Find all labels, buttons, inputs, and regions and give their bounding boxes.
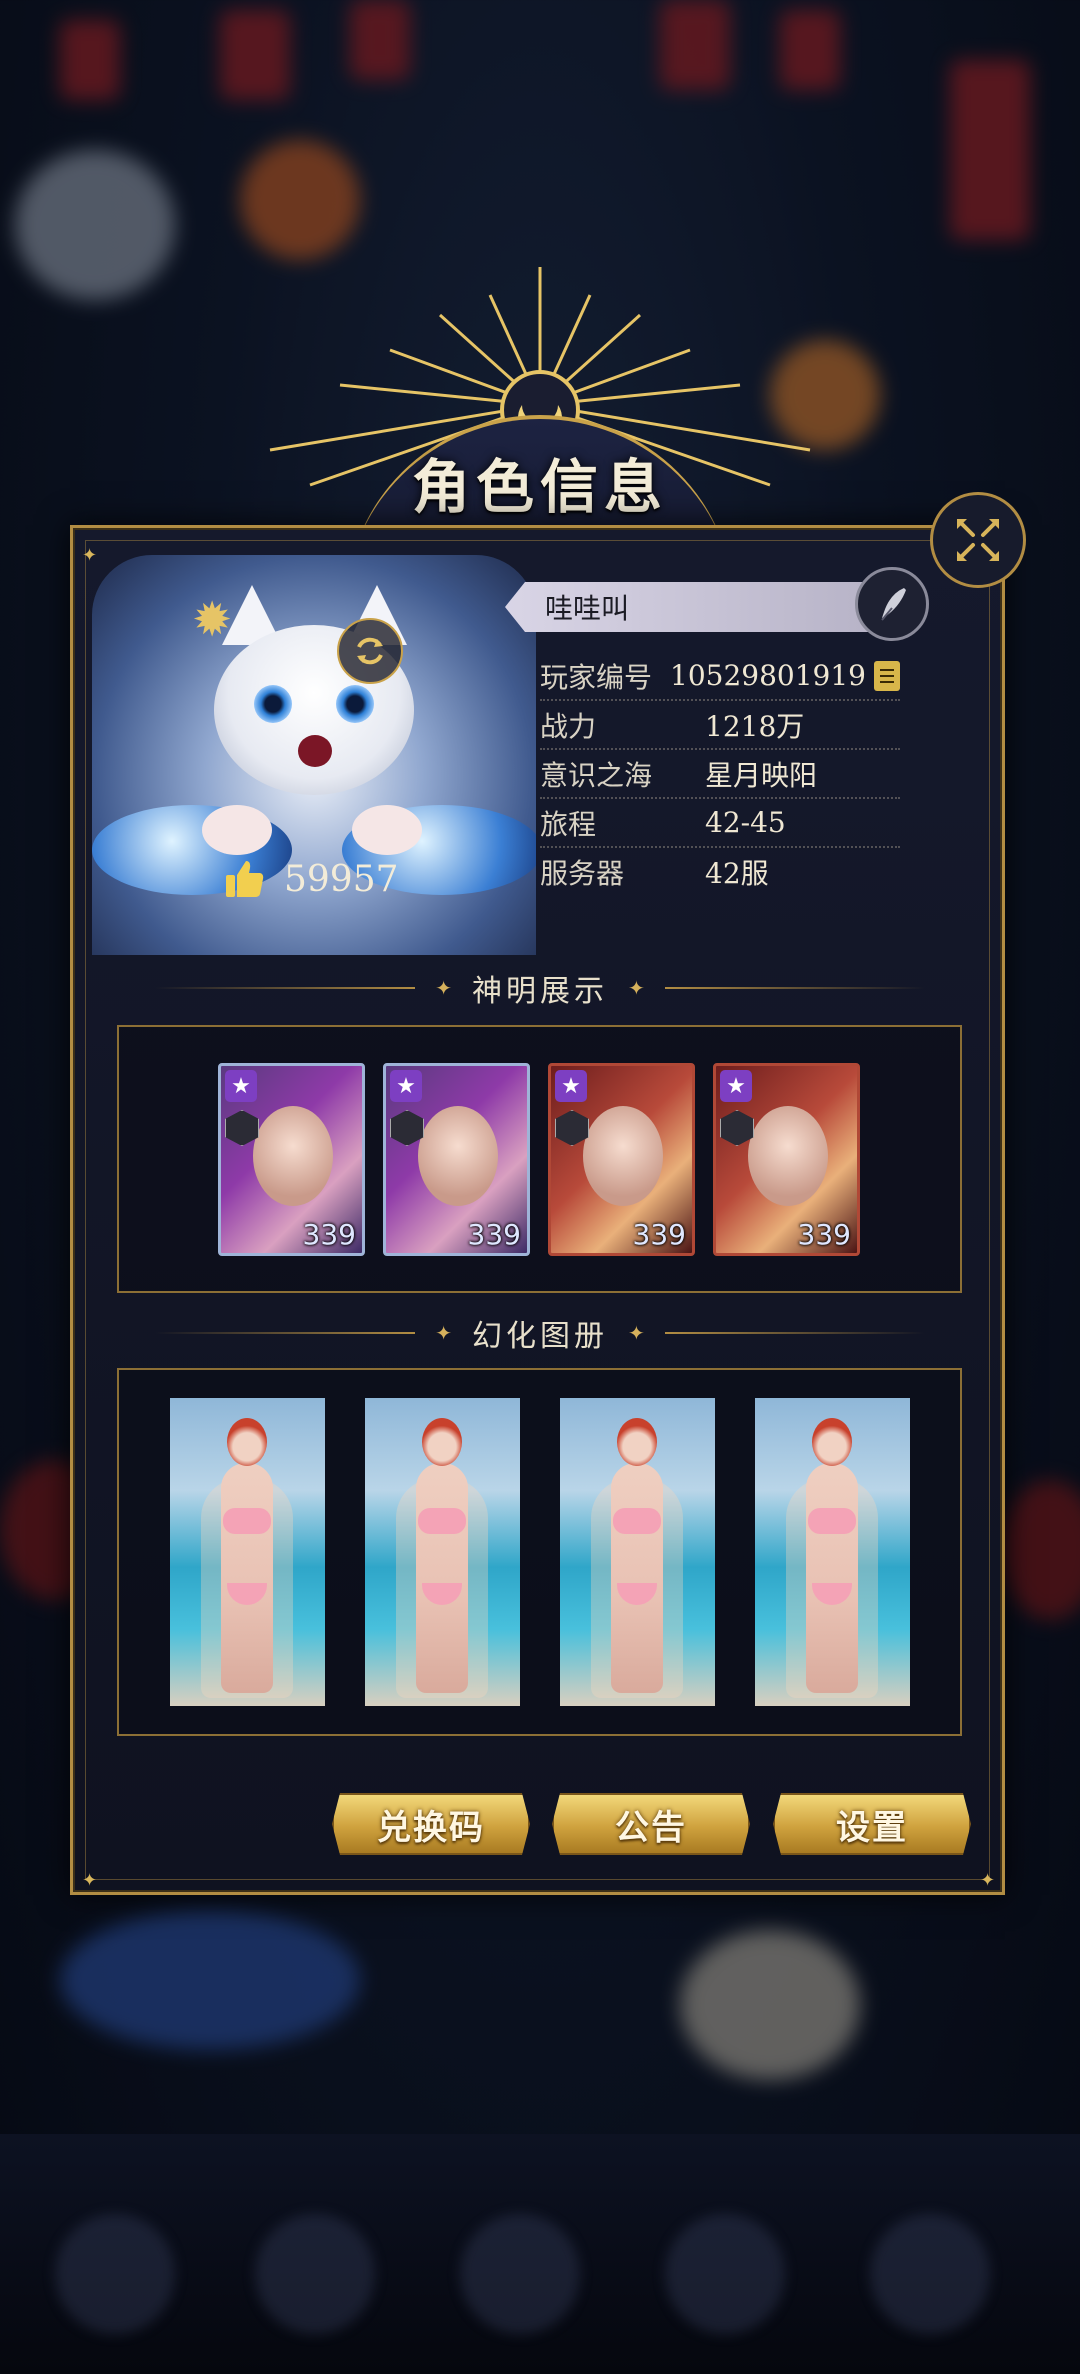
nav-button[interactable] <box>870 2214 990 2334</box>
god-level: 339 <box>797 1218 851 1251</box>
star-icon: ★ <box>390 1070 422 1102</box>
god-card[interactable]: ★ 339 <box>548 1063 695 1256</box>
god-card[interactable]: ★ 339 <box>218 1063 365 1256</box>
skin-thumbnail[interactable] <box>755 1398 910 1706</box>
player-info-list: 玩家编号 10529801919 战力 1218万 意识之海 星月映阳 旅程 4… <box>540 652 900 895</box>
title-banner: 角色信息 <box>230 255 850 619</box>
info-label: 旅程 <box>540 807 597 841</box>
god-card[interactable]: ★ 339 <box>713 1063 860 1256</box>
likes-counter[interactable]: 59957 <box>222 855 399 903</box>
skin-thumbnail[interactable] <box>365 1398 520 1706</box>
nav-button[interactable] <box>255 2214 375 2334</box>
skin-thumbnail[interactable] <box>560 1398 715 1706</box>
info-row-server: 服务器 42服 <box>540 848 900 895</box>
corner-ornament: ✦ <box>82 1870 98 1891</box>
notice-button[interactable]: 公告 <box>552 1793 750 1855</box>
section-header-gods: ✦ 神明展示 ✦ <box>155 968 925 1009</box>
settings-button[interactable]: 设置 <box>773 1793 971 1855</box>
nav-button[interactable] <box>55 2214 175 2334</box>
info-row-journey: 旅程 42-45 <box>540 799 900 848</box>
journey-value: 42-45 <box>705 806 786 839</box>
sea-value: 星月映阳 <box>705 758 818 792</box>
page-title: 角色信息 <box>411 453 668 521</box>
god-level: 339 <box>467 1218 521 1251</box>
quill-pen-icon <box>881 588 906 621</box>
star-icon: ★ <box>225 1070 257 1102</box>
nav-button[interactable] <box>665 2214 785 2334</box>
info-label: 玩家编号 <box>540 660 653 694</box>
power-value: 1218万 <box>705 709 805 743</box>
edit-name-button[interactable] <box>855 567 929 641</box>
info-row-power: 战力 1218万 <box>540 701 900 750</box>
player-name: 哇哇叫 <box>545 592 630 625</box>
close-button[interactable] <box>930 492 1026 588</box>
bottom-nav-bar <box>0 2134 1080 2374</box>
info-row-player-id: 玩家编号 10529801919 <box>540 652 900 701</box>
corner-ornament: ✦ <box>82 545 98 566</box>
nav-button[interactable] <box>460 2214 580 2334</box>
refresh-icon <box>357 637 383 665</box>
info-row-sea: 意识之海 星月映阳 <box>540 750 900 799</box>
change-avatar-button[interactable] <box>337 618 403 684</box>
player-name-bar: 哇哇叫 <box>505 582 875 632</box>
copy-icon[interactable] <box>874 660 900 691</box>
info-label: 战力 <box>540 709 597 743</box>
close-icon <box>957 519 999 561</box>
god-card[interactable]: ★ 339 <box>383 1063 530 1256</box>
server-value: 42服 <box>705 856 769 890</box>
god-level: 339 <box>632 1218 686 1251</box>
corner-ornament: ✦ <box>980 1870 996 1891</box>
god-level: 339 <box>302 1218 356 1251</box>
section-header-gallery: ✦ 幻化图册 ✦ <box>155 1313 925 1354</box>
section-title: 幻化图册 <box>472 1319 608 1354</box>
skin-thumbnail[interactable] <box>170 1398 325 1706</box>
thumbs-up-icon <box>226 861 264 897</box>
section-title: 神明展示 <box>472 974 608 1009</box>
redeem-code-button[interactable]: 兑换码 <box>332 1793 530 1855</box>
star-icon: ★ <box>720 1070 752 1102</box>
player-id-value: 10529801919 <box>670 659 866 692</box>
star-icon: ★ <box>555 1070 587 1102</box>
info-label: 意识之海 <box>540 758 653 792</box>
info-label: 服务器 <box>540 856 625 890</box>
likes-count: 59957 <box>284 858 399 900</box>
